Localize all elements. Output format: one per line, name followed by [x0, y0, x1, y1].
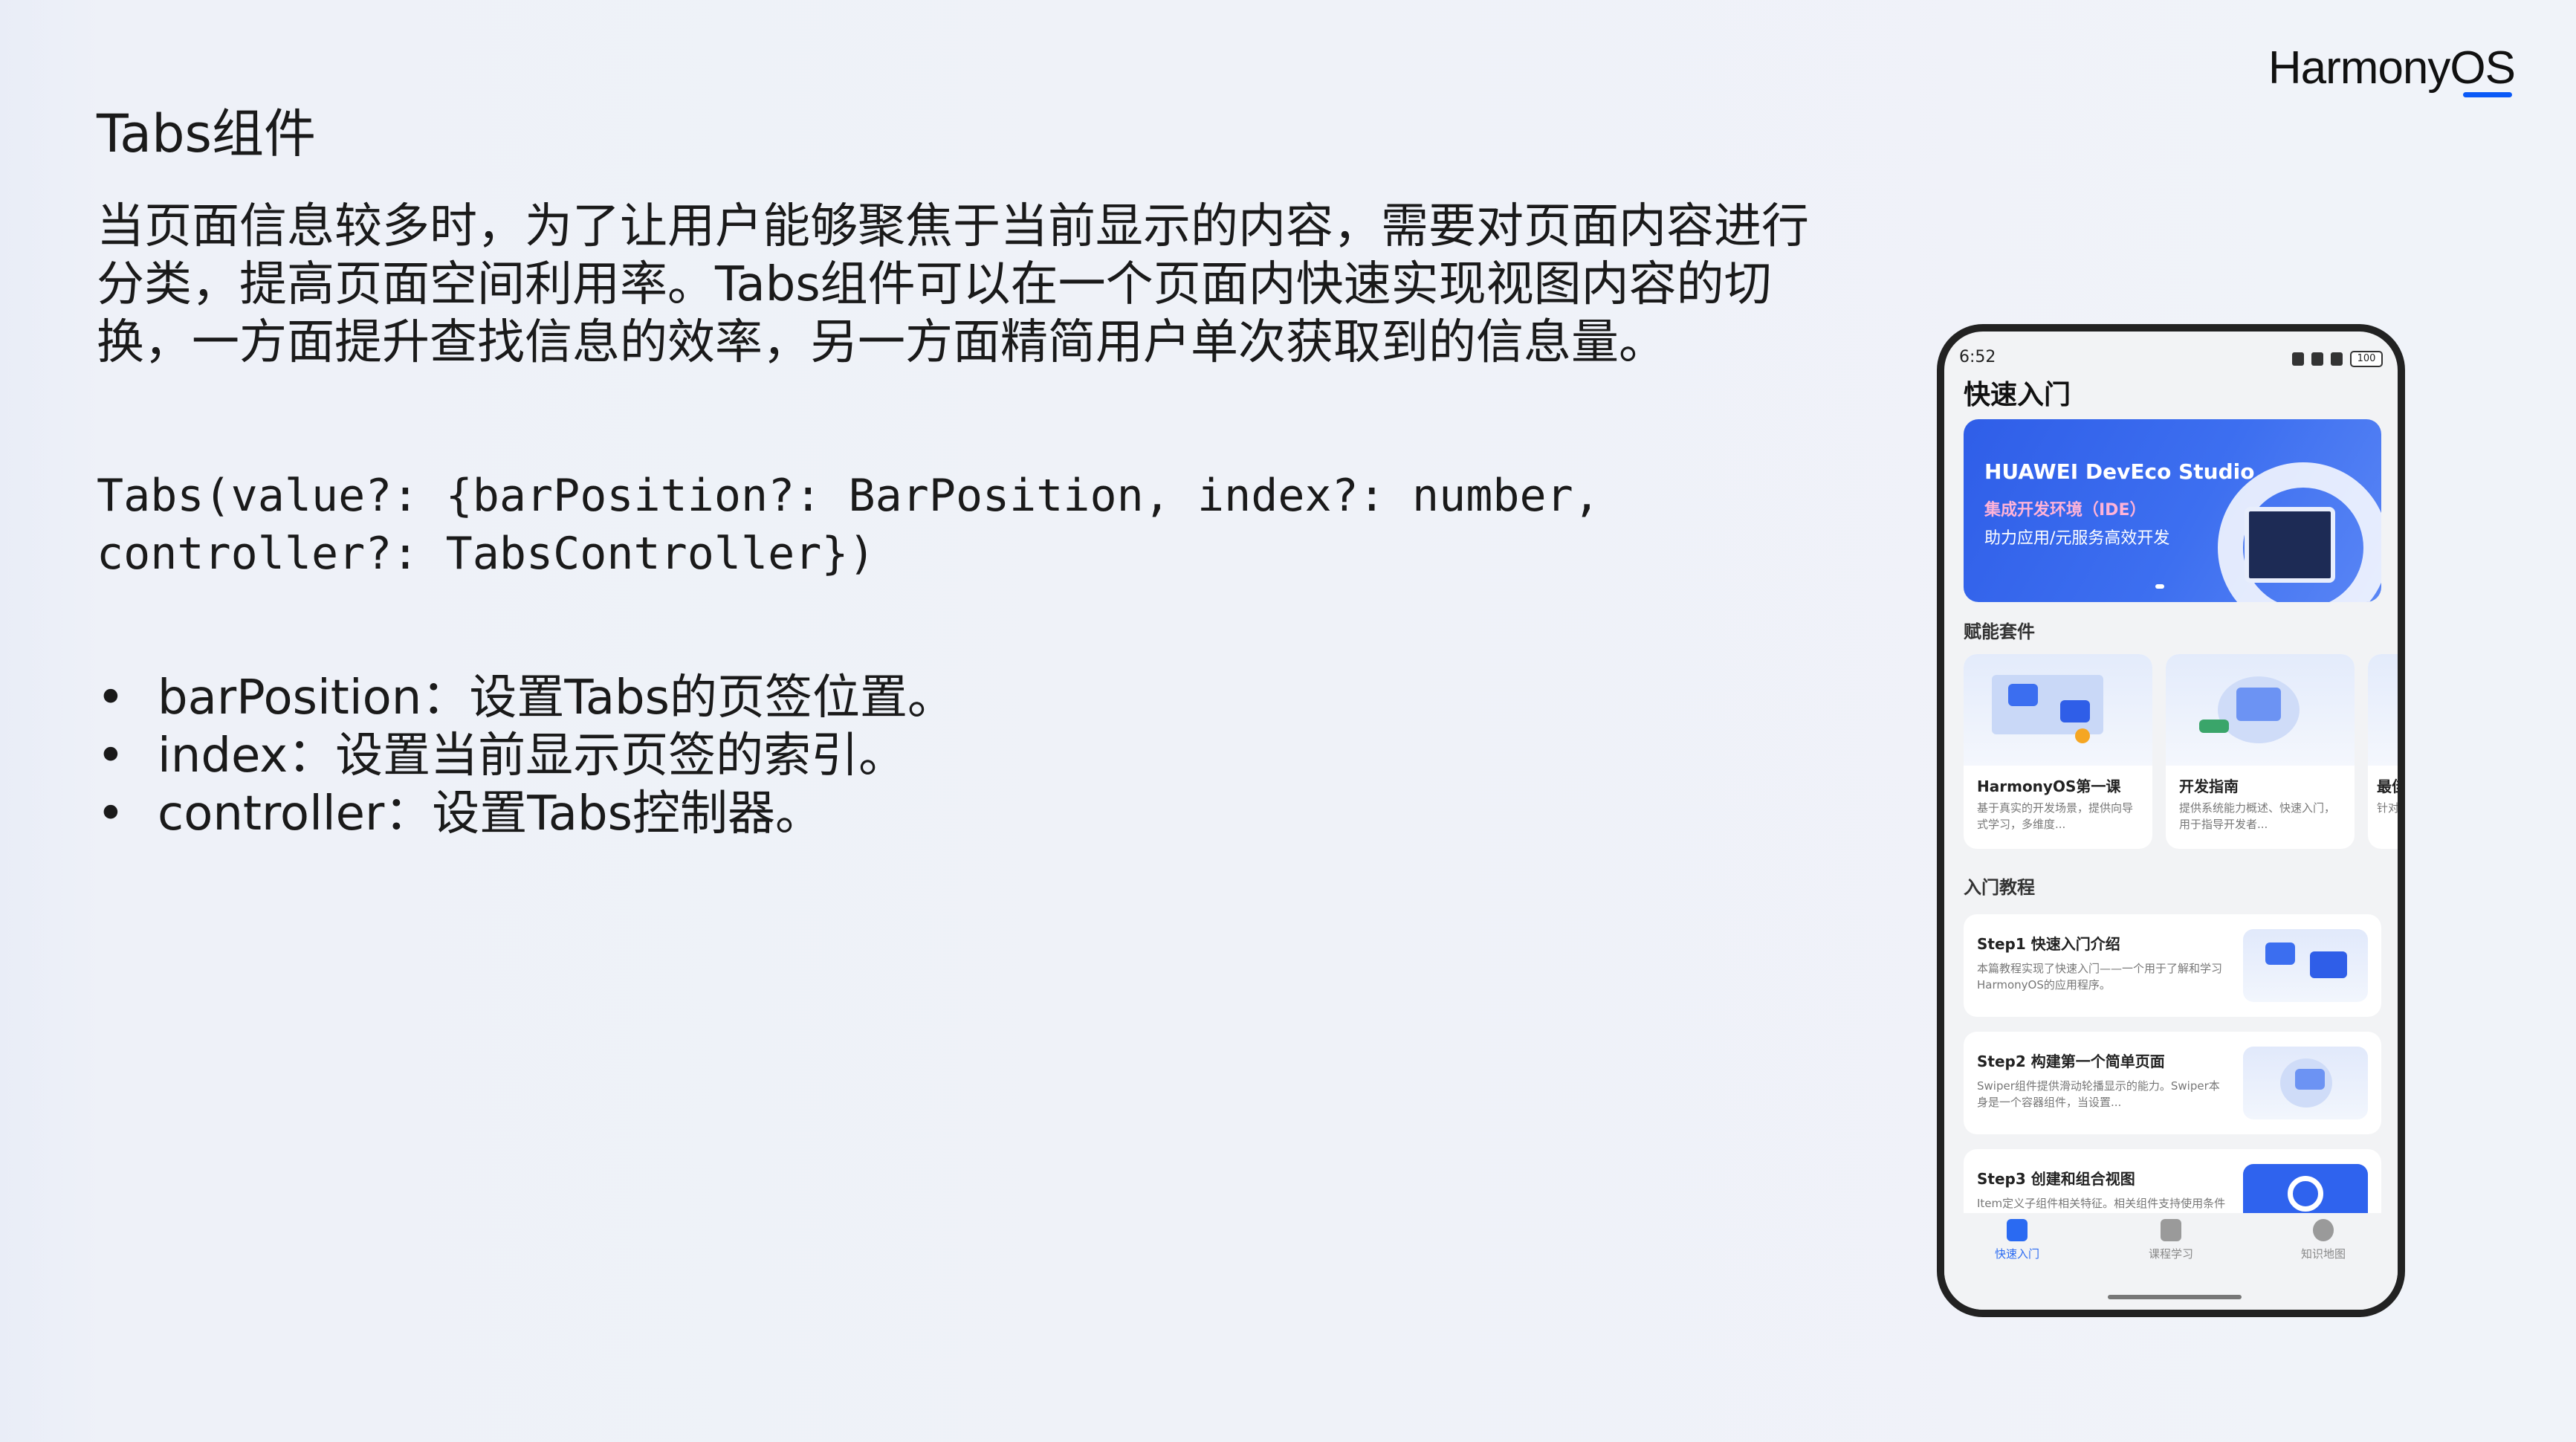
step-description: 本篇教程实现了快速入门——一个用于了解和学习HarmonyOS的应用程序。: [1977, 962, 2223, 992]
section-kits-title: 赋能套件: [1964, 621, 2035, 642]
kit-illustration: [1964, 654, 2152, 766]
slide-description: 当页面信息较多时，为了让用户能够聚焦于当前显示的内容，需要对页面内容进行分类，提…: [97, 199, 1809, 370]
tab-label: 知识地图: [2300, 1247, 2346, 1261]
kit-description: 针对性能: [2377, 801, 2400, 815]
quick-start-icon: [2007, 1219, 2028, 1241]
banner-subtitle: 集成开发环境（IDE）: [1984, 501, 2146, 520]
kit-card-dev-guide[interactable]: 开发指南 提供系统能力概述、快速入门，用于指导开发者...: [2166, 654, 2355, 849]
step-thumbnail: [2243, 1047, 2368, 1119]
tutorial-step-1[interactable]: Step1 快速入门介绍 本篇教程实现了快速入门——一个用于了解和学习Harmo…: [1964, 914, 2381, 1017]
kit-description: 提供系统能力概述、快速入门，用于指导开发者...: [2179, 801, 2336, 831]
bullet-controller: controller：设置Tabs控制器。: [97, 785, 955, 843]
kit-card-best-practice[interactable]: 最佳 针对性能: [2368, 654, 2405, 849]
kit-name: 最佳: [2377, 777, 2405, 795]
signal-icon: [2331, 352, 2343, 366]
section-tutorial-title: 入门教程: [1964, 877, 2035, 898]
monitor-illustration: [2245, 507, 2335, 583]
kit-card-first-lesson[interactable]: HarmonyOS第一课 基于真实的开发场景，提供向导式学习，多维度...: [1964, 654, 2152, 849]
kits-scroller[interactable]: HarmonyOS第一课 基于真实的开发场景，提供向导式学习，多维度... 开发…: [1964, 654, 2405, 849]
kit-name: 开发指南: [2179, 777, 2239, 795]
step-title: Step3 创建和组合视图: [1977, 1170, 2135, 1188]
kit-description: 基于真实的开发场景，提供向导式学习，多维度...: [1977, 801, 2134, 831]
phone-mockup: 6:52 100 快速入门 HUAWEI DevEco Studio 集成开发环…: [1937, 324, 2405, 1317]
harmonyos-logo: HarmonyOS: [2268, 42, 2516, 97]
step-title: Step1 快速入门介绍: [1977, 935, 2120, 953]
book-icon: [2161, 1219, 2181, 1241]
step-description: Swiper组件提供滑动轮播显示的能力。Swiper本身是一个容器组件，当设置.…: [1977, 1079, 2220, 1109]
tab-course-learning[interactable]: 课程学习: [2126, 1219, 2216, 1261]
bluetooth-icon: [2292, 352, 2304, 366]
map-icon: [2313, 1219, 2334, 1241]
tab-quick-start[interactable]: 快速入门: [1973, 1219, 2062, 1261]
battery-icon: 100: [2350, 351, 2383, 367]
banner-title: HUAWEI DevEco Studio: [1984, 459, 2255, 484]
bullet-index: index：设置当前显示页签的索引。: [97, 727, 955, 785]
parameter-list: barPosition：设置Tabs的页签位置。 index：设置当前显示页签的…: [97, 669, 955, 843]
app-title: 快速入门: [1964, 380, 2071, 410]
tab-knowledge-map[interactable]: 知识地图: [2279, 1219, 2368, 1261]
kit-illustration: [2368, 654, 2398, 766]
tab-label: 课程学习: [2148, 1247, 2193, 1261]
status-bar: 6:52 100: [1959, 348, 2383, 370]
step-title: Step2 构建第一个简单页面: [1977, 1053, 2165, 1070]
banner-carousel[interactable]: HUAWEI DevEco Studio 集成开发环境（IDE） 助力应用/元服…: [1964, 419, 2381, 602]
status-time: 6:52: [1959, 348, 1996, 366]
bullet-barposition: barPosition：设置Tabs的页签位置。: [97, 669, 955, 727]
code-signature: Tabs(value?: {barPosition?: BarPosition,…: [97, 470, 1600, 580]
wifi-icon: [2311, 352, 2323, 366]
bottom-tab-bar: 快速入门 课程学习 知识地图: [1944, 1213, 2398, 1310]
slide-title: Tabs组件: [97, 103, 316, 164]
kit-name: HarmonyOS第一课: [1977, 777, 2121, 795]
banner-caption: 助力应用/元服务高效开发: [1984, 529, 2170, 548]
step-thumbnail: [2243, 929, 2368, 1002]
carousel-indicator: [2155, 584, 2164, 589]
kit-illustration: [2166, 654, 2355, 766]
home-indicator[interactable]: [2108, 1295, 2242, 1299]
tab-label: 快速入门: [1994, 1247, 2039, 1261]
tutorial-step-2[interactable]: Step2 构建第一个简单页面 Swiper组件提供滑动轮播显示的能力。Swip…: [1964, 1032, 2381, 1134]
